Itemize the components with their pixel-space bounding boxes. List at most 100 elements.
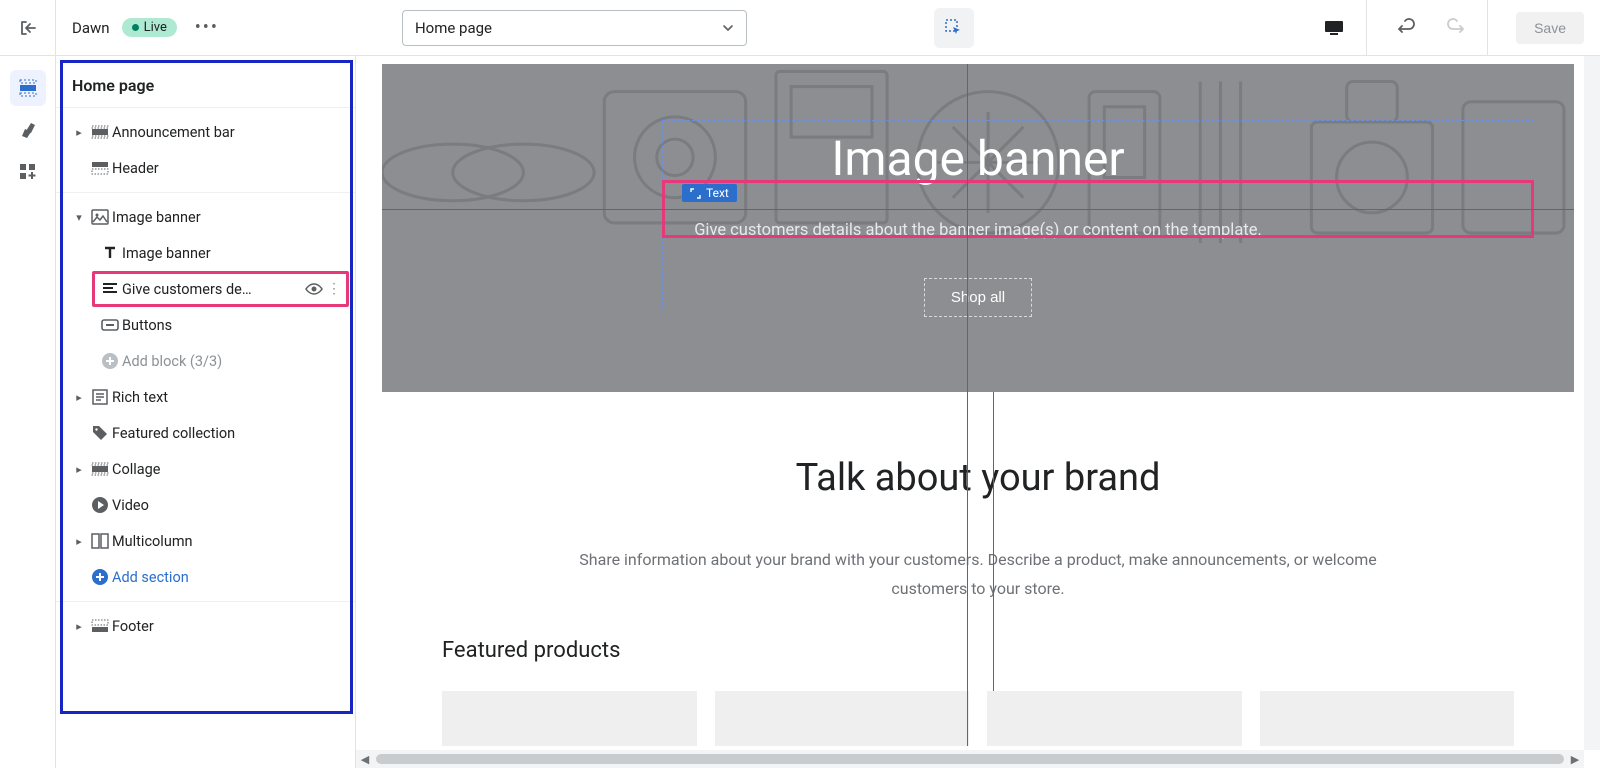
- play-circle-icon: [88, 496, 112, 514]
- block-text[interactable]: Give customers de… ⋮⋮: [56, 271, 355, 307]
- left-icon-rail: [0, 56, 56, 768]
- columns-icon: [88, 533, 112, 549]
- caret-down-icon: ▾: [70, 211, 88, 224]
- apps-icon: [18, 162, 38, 182]
- button-icon: [98, 319, 122, 331]
- topbar-divider: [1366, 0, 1367, 56]
- product-card-placeholder[interactable]: [987, 691, 1242, 746]
- section-header[interactable]: Header: [56, 150, 355, 186]
- row-label: Video: [112, 497, 345, 514]
- row-label: Header: [112, 160, 345, 177]
- row-label: Featured collection: [112, 425, 345, 442]
- featured-heading[interactable]: Featured products: [442, 638, 1514, 663]
- footer-section-icon: [88, 619, 112, 633]
- section-outline-icon: [88, 125, 112, 139]
- banner-heading[interactable]: Image banner: [831, 130, 1124, 187]
- row-label: Announcement bar: [112, 124, 345, 141]
- scroll-left-arrow[interactable]: ◀: [356, 753, 374, 766]
- redo-icon: [1445, 18, 1465, 38]
- redo-button[interactable]: [1435, 8, 1475, 48]
- desktop-icon: [1323, 19, 1345, 37]
- main-area: Home page ▸ Announcement bar Header ▾: [0, 56, 1600, 768]
- row-label: Add block (3/3): [122, 353, 345, 370]
- chevron-down-icon: [722, 22, 734, 34]
- brand-heading[interactable]: Talk about your brand: [442, 456, 1514, 500]
- section-footer[interactable]: ▸ Footer: [56, 608, 355, 644]
- topbar-divider: [1487, 0, 1488, 56]
- paintbrush-icon: [18, 120, 38, 140]
- scrollbar-thumb[interactable]: [376, 754, 1564, 764]
- banner-subtitle[interactable]: Give customers details about the banner …: [694, 221, 1262, 240]
- heading-t-icon: [98, 245, 122, 261]
- selection-label-tag: Text: [682, 184, 737, 202]
- more-actions-button[interactable]: •••: [191, 12, 223, 44]
- tree-separator: [56, 192, 355, 193]
- section-announcement-bar[interactable]: ▸ Announcement bar: [56, 114, 355, 150]
- inspector-tool-button[interactable]: [934, 8, 974, 48]
- page-selector-label: Home page: [415, 19, 492, 37]
- topbar-right: Save: [926, 0, 1600, 55]
- preview-frame[interactable]: Image banner Text Give customers details…: [382, 64, 1574, 746]
- alignment-guide-vertical: [967, 64, 968, 746]
- block-heading[interactable]: Image banner: [56, 235, 355, 271]
- exit-editor-button[interactable]: [0, 0, 56, 56]
- visibility-toggle[interactable]: [305, 282, 327, 296]
- preview-canvas: Image banner Text Give customers details…: [356, 56, 1600, 768]
- section-multicolumn[interactable]: ▸ Multicolumn: [56, 523, 355, 559]
- section-video[interactable]: Video: [56, 487, 355, 523]
- header-section-icon: [88, 161, 112, 175]
- tree-separator: [56, 601, 355, 602]
- product-card-placeholder[interactable]: [442, 691, 697, 746]
- caret-right-icon: ▸: [70, 126, 88, 139]
- preview-featured-collection[interactable]: Featured products: [382, 634, 1574, 746]
- sections-icon: [18, 78, 38, 98]
- richtext-icon: [88, 389, 112, 405]
- block-buttons[interactable]: Buttons: [56, 307, 355, 343]
- tag-icon: [88, 424, 112, 442]
- preview-rich-text[interactable]: Talk about your brand Share information …: [382, 392, 1574, 634]
- sections-sidebar: Home page ▸ Announcement bar Header ▾: [56, 56, 356, 768]
- collage-icon: [88, 462, 112, 476]
- caret-right-icon: ▸: [70, 463, 88, 476]
- section-collage[interactable]: ▸ Collage: [56, 451, 355, 487]
- drag-handle[interactable]: ⋮⋮: [327, 281, 345, 297]
- row-label: Multicolumn: [112, 533, 345, 550]
- theme-name: Dawn: [56, 19, 122, 37]
- section-tree: ▸ Announcement bar Header ▾ Image: [56, 112, 355, 646]
- product-card-placeholder[interactable]: [1260, 691, 1515, 746]
- horizontal-scrollbar[interactable]: ◀ ▶: [356, 750, 1584, 768]
- section-image-banner[interactable]: ▾ Image banner: [56, 199, 355, 235]
- plus-circle-blue-icon: [88, 568, 112, 586]
- undo-button[interactable]: [1387, 8, 1427, 48]
- featured-grid: [442, 691, 1514, 746]
- undo-icon: [1397, 18, 1417, 38]
- row-label: Rich text: [112, 389, 345, 406]
- row-label: Add section: [112, 569, 345, 586]
- viewport-desktop-button[interactable]: [1314, 8, 1354, 48]
- row-label: Collage: [112, 461, 345, 478]
- page-selector-dropdown[interactable]: Home page: [402, 10, 747, 46]
- sections-panel-button[interactable]: [10, 70, 46, 106]
- section-featured-collection[interactable]: Featured collection: [56, 415, 355, 451]
- row-label: Footer: [112, 618, 345, 635]
- brand-body[interactable]: Share information about your brand with …: [548, 546, 1408, 604]
- expand-icon: [690, 188, 701, 199]
- app-embeds-button[interactable]: [10, 154, 46, 190]
- alignment-guide-horizontal: [382, 209, 1574, 210]
- scroll-right-arrow[interactable]: ▶: [1566, 753, 1584, 766]
- image-icon: [88, 209, 112, 225]
- theme-settings-button[interactable]: [10, 112, 46, 148]
- row-label: Buttons: [122, 317, 345, 334]
- preview-image-banner[interactable]: Image banner Text Give customers details…: [382, 64, 1574, 392]
- add-block-button[interactable]: Add block (3/3): [56, 343, 355, 379]
- vertical-scrollbar[interactable]: [1584, 56, 1600, 750]
- caret-right-icon: ▸: [70, 391, 88, 404]
- section-rich-text[interactable]: ▸ Rich text: [56, 379, 355, 415]
- text-lines-icon: [98, 282, 122, 296]
- add-section-button[interactable]: Add section: [56, 559, 355, 595]
- topbar-center: Home page: [223, 10, 926, 46]
- banner-shop-button[interactable]: Shop all: [924, 278, 1032, 317]
- save-button[interactable]: Save: [1516, 12, 1584, 44]
- product-card-placeholder[interactable]: [715, 691, 970, 746]
- sidebar-title: Home page: [56, 60, 355, 108]
